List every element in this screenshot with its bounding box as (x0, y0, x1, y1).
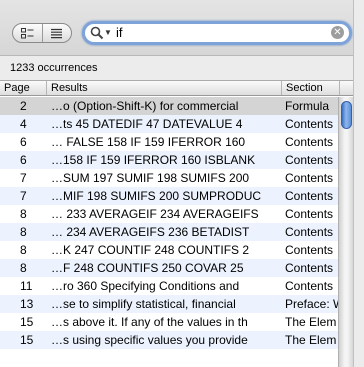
section-cell: The Elem (285, 315, 337, 329)
column-header-page[interactable]: Page (0, 81, 47, 95)
result-cell: …s above it. If any of the values in th (51, 315, 248, 329)
result-cell: …SUM 197 SUMIF 198 SUMIFS 200 (51, 171, 250, 185)
section-cell: Contents (285, 135, 334, 149)
result-cell: …o (Option-Shift-K) for commercial (51, 99, 239, 113)
results-list: 2 …o (Option-Shift-K) for commercial Formu… (0, 97, 340, 349)
page-cell: 15 (20, 315, 34, 329)
table-header: Page Results Section (0, 81, 364, 96)
results-table: Page Results Section 2 …o (Option-Shift-K… (0, 80, 364, 367)
table-row[interactable]: 8 …F 248 COUNTIFS 250 COVAR 25 Contents (0, 259, 338, 277)
page-cell: 8 (20, 225, 27, 239)
table-row[interactable]: 11 …ro 360 Specifying Conditions and Conte… (0, 277, 338, 295)
search-field[interactable]: ▼ if ✕ (82, 21, 352, 45)
result-cell: …MIF 198 SUMIFS 200 SUMPRODUC (51, 189, 262, 203)
clear-search-icon[interactable]: ✕ (331, 26, 344, 39)
section-cell: Contents (285, 279, 334, 293)
section-cell: Contents (285, 153, 334, 167)
search-options-caret-icon[interactable]: ▼ (104, 28, 112, 37)
table-row[interactable]: 7 …MIF 198 SUMIFS 200 SUMPRODUC Contents (0, 187, 338, 205)
page-cell: 8 (20, 207, 27, 221)
table-row[interactable]: 15 …s above it. If any of the values in t… (0, 313, 338, 331)
list-view-button[interactable] (41, 24, 72, 42)
table-row[interactable]: 7 …SUM 197 SUMIF 198 SUMIFS 200 Contents (0, 169, 338, 187)
page-cell: 6 (20, 153, 27, 167)
table-row[interactable]: 6 … FALSE 158 IF 159 IFERROR 160 Contents (0, 133, 338, 151)
table-row[interactable]: 13 …se to simplify statistical, financial… (0, 295, 340, 313)
result-cell: …K 247 COUNTIF 248 COUNTIFS 2 (51, 243, 250, 257)
result-cell: … 233 AVERAGEIF 234 AVERAGEIFS (51, 207, 259, 221)
occurrences-count: 1233 occurrences (10, 62, 98, 74)
page-cell: 8 (20, 261, 27, 275)
section-cell: Contents (285, 171, 334, 185)
column-header-section[interactable]: Section (282, 81, 340, 95)
table-row[interactable]: 2 …o (Option-Shift-K) for commercial Formu… (0, 97, 338, 115)
result-cell: …F 248 COUNTIFS 250 COVAR 25 (51, 261, 244, 275)
result-cell: …ro 360 Specifying Conditions and (51, 279, 240, 293)
table-row[interactable]: 8 … 233 AVERAGEIF 234 AVERAGEIFS Contents (0, 205, 338, 223)
result-cell: …ts 45 DATEDIF 47 DATEVALUE 4 (51, 117, 243, 131)
page-cell: 8 (20, 243, 27, 257)
list-icon (51, 28, 63, 38)
page-cell: 2 (20, 99, 27, 113)
vertical-scrollbar[interactable] (338, 97, 353, 367)
section-cell: Contents (285, 243, 334, 257)
section-cell: Preface: W (285, 297, 340, 311)
page-cell: 6 (20, 135, 27, 149)
page-cell: 7 (20, 189, 27, 203)
search-icon[interactable] (90, 26, 104, 40)
window-edge (353, 0, 364, 367)
result-cell: … FALSE 158 IF 159 IFERROR 160 (51, 135, 246, 149)
toolbar: ▼ if ✕ (0, 0, 364, 56)
section-cell: The Elem (285, 333, 337, 347)
table-row[interactable]: 8 … 234 AVERAGEIFS 236 BETADIST Contents (0, 223, 338, 241)
section-cell: Contents (285, 261, 334, 275)
result-cell: …se to simplify statistical, financial (51, 297, 236, 311)
page-cell: 7 (20, 171, 27, 185)
table-row[interactable]: 8 …K 247 COUNTIF 248 COUNTIFS 2 Contents (0, 241, 338, 259)
search-input[interactable]: if (116, 25, 123, 41)
page-cell: 15 (20, 333, 34, 347)
result-cell: …158 IF 159 IFERROR 160 ISBLANK (51, 153, 256, 167)
thumbnail-list-icon (20, 27, 34, 38)
table-row[interactable]: 4 …ts 45 DATEDIF 47 DATEVALUE 4 Contents (0, 115, 338, 133)
page-cell: 13 (20, 297, 34, 311)
section-cell: Formula (285, 99, 330, 113)
section-cell: Contents (285, 189, 334, 203)
page-cell: 11 (20, 279, 33, 293)
page-cell: 4 (20, 117, 27, 131)
view-mode-segmented-control[interactable] (12, 23, 72, 43)
result-cell: …s using specific values you provide (51, 333, 248, 347)
section-cell: Contents (285, 117, 334, 131)
section-cell: Contents (285, 207, 334, 221)
scrollbar-thumb[interactable] (341, 101, 352, 129)
table-row[interactable]: 15 …s using specific values you provide Th… (0, 331, 338, 349)
table-row[interactable]: 6 …158 IF 159 IFERROR 160 ISBLANK Contents (0, 151, 338, 169)
section-cell: Contents (285, 225, 334, 239)
column-header-results[interactable]: Results (47, 81, 282, 95)
thumbnail-view-button[interactable] (13, 24, 42, 42)
result-cell: … 234 AVERAGEIFS 236 BETADIST (51, 225, 250, 239)
